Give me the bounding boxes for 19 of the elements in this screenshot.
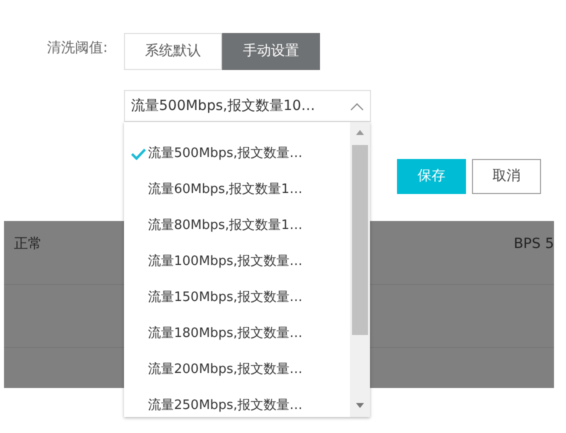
scroll-down-icon[interactable] (356, 403, 364, 409)
mode-tab[interactable]: 系统默认 (124, 33, 222, 70)
dropdown-option[interactable]: 流量80Mbps,报文数量1… (124, 208, 350, 244)
dropdown-option[interactable]: 流量60Mbps,报文数量1… (124, 172, 350, 208)
dropdown-option[interactable]: 流量200Mbps,报文数量… (124, 352, 350, 388)
dropdown-option[interactable]: 流量150Mbps,报文数量… (124, 280, 350, 316)
dropdown-option[interactable]: 流量180Mbps,报文数量… (124, 316, 350, 352)
dropdown-option[interactable]: 流量100Mbps,报文数量… (124, 244, 350, 280)
table-cell-text: 正常 (14, 235, 42, 254)
scroll-up-icon[interactable] (356, 130, 364, 136)
scrollbar[interactable] (350, 122, 370, 417)
threshold-select[interactable]: 流量500Mbps,报文数量10… (124, 90, 371, 122)
table-cell-text: BPS 5 (514, 235, 554, 254)
mode-tab[interactable]: 手动设置 (222, 33, 320, 70)
dropdown-option[interactable]: 流量500Mbps,报文数量… (124, 136, 350, 172)
caret-icon (350, 102, 364, 110)
dropdown-option[interactable]: 流量250Mbps,报文数量… (124, 388, 350, 424)
cancel-button[interactable]: 取消 (472, 159, 541, 194)
field-label: 清洗阈值: (46, 39, 109, 58)
